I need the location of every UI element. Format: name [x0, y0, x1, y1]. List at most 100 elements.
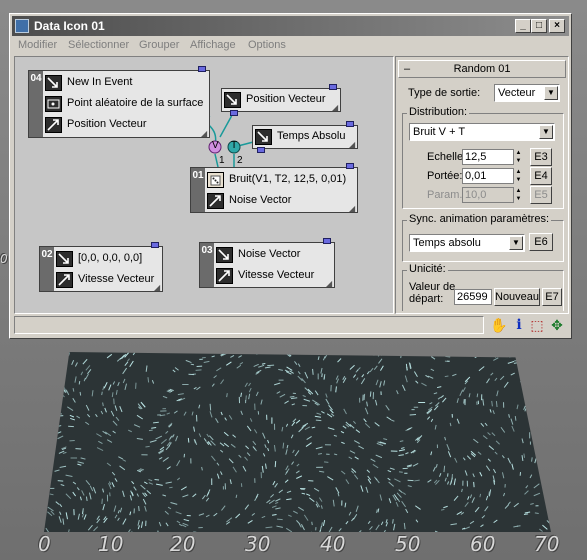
sync-label: Sync. animation paramètres:: [407, 213, 552, 225]
spinner-arrows-icon[interactable]: ▲ ▼: [514, 168, 523, 184]
select-region-icon[interactable]: ⬚: [528, 316, 546, 334]
operator-row[interactable]: Vitesse Vecteur: [214, 266, 334, 286]
menu-affichage[interactable]: Affichage: [190, 39, 236, 51]
operator-row[interactable]: Position Vecteur: [43, 115, 209, 135]
node-position-vecteur[interactable]: Position Vecteur ◢: [221, 84, 341, 116]
operator-row[interactable]: Noise Vector: [214, 245, 334, 265]
distribution-select[interactable]: Bruit V + T ▼: [409, 123, 555, 141]
node-canvas[interactable]: V T 1 2 04 New In Event Point aléatoire …: [14, 56, 394, 314]
minimize-button[interactable]: _: [515, 19, 531, 33]
e7-button[interactable]: E7: [542, 288, 562, 306]
rollout-title: Random 01: [453, 63, 511, 75]
collapse-icon[interactable]: –: [404, 61, 410, 77]
port-t-label: T: [231, 140, 238, 151]
spinner-arrows-icon[interactable]: ▲ ▼: [514, 149, 523, 165]
chevron-down-icon[interactable]: ▼: [544, 86, 558, 100]
parameters-panel: – Random 01 Type de sortie: Vecteur ▼ Di…: [395, 56, 569, 314]
seed-field[interactable]: 26599: [454, 289, 492, 305]
operator-row[interactable]: Bruit(V1, T2, 12,5, 0,01): [205, 170, 357, 190]
sync-group: Sync. animation paramètres: Temps absolu…: [402, 213, 564, 262]
close-button[interactable]: ×: [549, 19, 565, 33]
input-arrow-icon: [216, 247, 233, 263]
menu-selectionner[interactable]: Sélectionner: [68, 39, 129, 51]
resize-corner-icon[interactable]: ◢: [154, 284, 161, 292]
data-icon-window[interactable]: Data Icon 01 _ □ × Modifier Sélectionner…: [9, 13, 572, 339]
resize-corner-icon[interactable]: ◢: [326, 280, 333, 288]
ruler-tick: 70: [534, 532, 560, 556]
output-plug[interactable]: [329, 84, 337, 90]
operator-row[interactable]: Position Vecteur: [222, 90, 340, 110]
node-03[interactable]: 03 Noise Vector Vitesse Vecteur ◢: [199, 238, 335, 288]
rollout-header[interactable]: – Random 01: [398, 60, 566, 78]
input-arrow-icon: [255, 129, 272, 145]
operator-label: Noise Vector: [238, 248, 301, 260]
echelle-field[interactable]: 12,5: [462, 149, 514, 165]
output-plug[interactable]: [346, 121, 354, 127]
node-number: 01: [191, 168, 205, 212]
ruler-tick: 30: [245, 532, 271, 556]
input-arrow-icon: [56, 251, 73, 267]
e6-button[interactable]: E6: [529, 233, 553, 251]
ruler-tick: 0: [38, 532, 51, 556]
unicite-group: Unicité: Valeur de départ: 26599 Nouveau…: [402, 263, 564, 311]
maximize-button[interactable]: □: [531, 19, 547, 33]
operator-label: New In Event: [67, 76, 133, 88]
menu-options[interactable]: Options: [248, 39, 286, 51]
e3-button[interactable]: E3: [530, 148, 552, 166]
operator-row[interactable]: Temps Absolu: [253, 127, 357, 147]
port-v-label: V: [212, 140, 219, 151]
node-number: 02: [40, 247, 54, 291]
particle-specks: [44, 352, 551, 532]
resize-corner-icon[interactable]: ◢: [349, 205, 356, 213]
port-1-label: 1: [219, 155, 225, 166]
menu-grouper[interactable]: Grouper: [139, 39, 179, 51]
output-type-label: Type de sortie:: [408, 87, 481, 99]
operator-label: Noise Vector: [229, 194, 292, 206]
window-title: Data Icon 01: [34, 19, 105, 33]
unicite-label: Unicité:: [407, 263, 448, 275]
chevron-down-icon[interactable]: ▼: [509, 236, 523, 250]
node-04[interactable]: 04 New In Event Point aléatoire de la su…: [28, 66, 210, 138]
resize-corner-icon[interactable]: ◢: [201, 130, 208, 138]
pan-hand-icon[interactable]: ✋: [490, 316, 508, 334]
operator-row[interactable]: [0,0, 0,0, 0,0]: [54, 249, 162, 269]
move-icon[interactable]: ✥: [548, 316, 566, 334]
window-app-icon: [15, 19, 29, 33]
input-plug[interactable]: [257, 147, 265, 153]
input-arrow-icon: [224, 92, 241, 108]
input-plug[interactable]: [230, 110, 238, 116]
node-number: 04: [29, 71, 43, 137]
e4-button[interactable]: E4: [530, 167, 552, 185]
resize-corner-icon[interactable]: ◢: [349, 141, 356, 149]
sync-value: Temps absolu: [413, 237, 481, 249]
ruler-tick: 10: [98, 532, 124, 556]
operator-row[interactable]: Vitesse Vecteur: [54, 270, 162, 290]
output-plug[interactable]: [346, 163, 354, 169]
dice-icon: [207, 172, 224, 188]
info-icon[interactable]: i: [510, 316, 528, 334]
distribution-value: Bruit V + T: [413, 126, 466, 138]
output-type-select[interactable]: Vecteur ▼: [494, 84, 560, 102]
operator-row[interactable]: New In Event: [43, 73, 209, 93]
portee-field[interactable]: 0,01: [462, 168, 514, 184]
new-seed-button[interactable]: Nouveau: [494, 288, 540, 306]
operator-label: [0,0, 0,0, 0,0]: [78, 252, 143, 264]
sync-select[interactable]: Temps absolu ▼: [409, 234, 525, 252]
output-plug[interactable]: [151, 242, 159, 248]
output-plug[interactable]: [198, 66, 206, 72]
output-plug[interactable]: [323, 238, 331, 244]
resize-corner-icon[interactable]: ◢: [332, 104, 339, 112]
menu-modifier[interactable]: Modifier: [18, 39, 57, 51]
operator-row[interactable]: Noise Vector: [205, 191, 357, 211]
seed-label-2: départ:: [409, 293, 444, 305]
operator-row[interactable]: Point aléatoire de la surface: [43, 94, 209, 114]
node-number: 03: [200, 243, 214, 287]
node-temps-absolu[interactable]: Temps Absolu ◢: [252, 121, 358, 153]
node-01[interactable]: 01 Bruit(V1, T2, 12,5, 0,01) Noise Vecto…: [190, 163, 358, 213]
chevron-down-icon[interactable]: ▼: [539, 125, 553, 139]
echelle-label: Echelle:: [427, 151, 467, 163]
ruler-tick: 40: [320, 532, 346, 556]
node-02[interactable]: 02 [0,0, 0,0, 0,0] Vitesse Vecteur ◢: [39, 242, 163, 292]
operator-label: Temps Absolu: [277, 130, 346, 142]
title-bar[interactable]: Data Icon 01 _ □ ×: [12, 16, 569, 36]
